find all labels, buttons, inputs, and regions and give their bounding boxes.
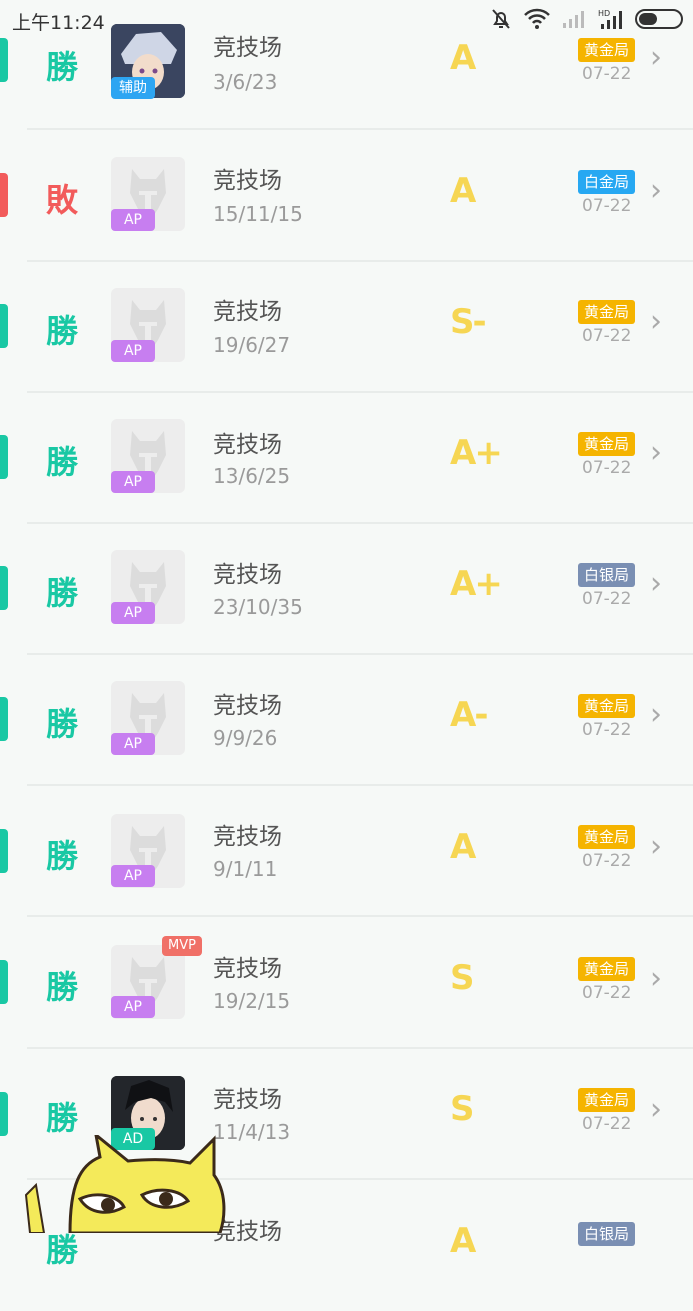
match-date: 07-22: [582, 983, 632, 1003]
mute-bell-icon: [492, 9, 510, 29]
result-stripe: [0, 697, 8, 741]
kda: 19/2/15: [213, 989, 291, 1013]
result-stripe: [0, 1092, 8, 1136]
result-label: 勝: [45, 443, 78, 481]
divider: [27, 128, 693, 130]
game-mode: 竞技场: [213, 824, 282, 850]
result-stripe: [0, 173, 8, 217]
result-label: 勝: [45, 705, 78, 743]
chevron-right-icon[interactable]: ›: [650, 173, 662, 208]
match-date: 07-22: [582, 720, 632, 740]
match-row[interactable]: 勝 MVP AP 竞技场 19/2/15 S 黄金局 07-22 ›: [0, 917, 693, 1049]
result-stripe: [0, 304, 8, 348]
match-row[interactable]: 勝 AP 竞技场 9/1/11 A 黄金局 07-22 ›: [0, 786, 693, 917]
signal-hd-icon: HD: [598, 9, 622, 29]
match-date: 07-22: [582, 458, 632, 478]
mvp-badge: MVP: [162, 936, 202, 956]
grade: A: [450, 171, 476, 211]
result-stripe: [0, 38, 8, 82]
role-badge: AP: [111, 209, 155, 231]
match-row[interactable]: 勝 AP 竞技场 9/9/26 A- 黄金局 07-22 ›: [0, 655, 693, 786]
tier-badge: 黄金局: [578, 300, 636, 324]
svg-text:HD: HD: [598, 9, 610, 18]
status-icons: HD: [489, 6, 683, 32]
match-date: 07-22: [582, 64, 632, 84]
chevron-right-icon[interactable]: ›: [650, 40, 662, 75]
game-mode: 竞技场: [213, 693, 282, 719]
status-bar: 上午11:24 HD: [0, 0, 693, 40]
tier-badge: 黄金局: [578, 38, 636, 62]
result-stripe: [0, 566, 8, 610]
match-row[interactable]: 敗 AP 竞技场 15/11/15 A 白金局 07-22 ›: [0, 131, 693, 262]
result-stripe: [0, 435, 8, 479]
tier-badge: 白银局: [578, 1222, 636, 1246]
game-mode: 竞技场: [213, 299, 282, 325]
kda: 15/11/15: [213, 202, 303, 226]
result-label: 勝: [45, 312, 78, 350]
role-badge: AP: [111, 602, 155, 624]
match-date: 07-22: [582, 196, 632, 216]
game-mode: 竞技场: [213, 956, 282, 982]
wifi-icon: [524, 8, 550, 29]
result-label: 勝: [45, 968, 78, 1006]
chevron-right-icon[interactable]: ›: [650, 829, 662, 864]
role-badge: AP: [111, 340, 155, 362]
game-mode: 竞技场: [213, 562, 282, 588]
grade: S-: [450, 302, 487, 342]
result-label: 勝: [45, 837, 78, 875]
tier-badge: 黄金局: [578, 694, 636, 718]
grade: A+: [450, 433, 503, 473]
role-badge: AP: [111, 471, 155, 493]
role-badge: AP: [111, 996, 155, 1018]
result-stripe: [0, 829, 8, 873]
chevron-right-icon[interactable]: ›: [650, 566, 662, 601]
grade: A: [450, 38, 476, 78]
match-row[interactable]: 勝 AP 竞技场 19/6/27 S- 黄金局 07-22 ›: [0, 262, 693, 393]
battery-icon: [635, 9, 683, 29]
role-badge: 辅助: [111, 77, 155, 99]
grade: S: [450, 1089, 474, 1129]
kda: 9/1/11: [213, 857, 278, 881]
kda: 9/9/26: [213, 726, 278, 750]
tier-badge: 黄金局: [578, 1088, 636, 1112]
game-mode: 竞技场: [213, 1087, 282, 1113]
match-date: 07-22: [582, 851, 632, 871]
grade: A+: [450, 564, 503, 604]
signal-empty-icon: [563, 11, 584, 28]
chevron-right-icon[interactable]: ›: [650, 304, 662, 339]
grade: A-: [450, 695, 488, 735]
tier-badge: 白金局: [578, 170, 636, 194]
result-label: 勝: [45, 48, 78, 86]
result-label: 勝: [45, 574, 78, 612]
game-mode: 竞技场: [213, 432, 282, 458]
tier-badge: 白银局: [578, 563, 636, 587]
floating-cat-mascot-icon[interactable]: [0, 1135, 260, 1233]
chevron-right-icon[interactable]: ›: [650, 435, 662, 470]
status-time: 上午11:24: [12, 12, 105, 34]
result-label: 勝: [45, 1099, 78, 1137]
grade: S: [450, 958, 474, 998]
chevron-right-icon[interactable]: ›: [650, 697, 662, 732]
kda: 19/6/27: [213, 333, 291, 357]
match-date: 07-22: [582, 326, 632, 346]
match-date: 07-22: [582, 1114, 632, 1134]
grade: A: [450, 1221, 476, 1261]
match-row[interactable]: 勝 AP 竞技场 23/10/35 A+ 白银局 07-22 ›: [0, 524, 693, 655]
role-badge: AP: [111, 733, 155, 755]
match-date: 07-22: [582, 589, 632, 609]
kda: 23/10/35: [213, 595, 303, 619]
role-badge: AP: [111, 865, 155, 887]
tier-badge: 黄金局: [578, 432, 636, 456]
result-label: 敗: [45, 181, 78, 219]
match-row[interactable]: 勝 AP 竞技场 13/6/25 A+ 黄金局 07-22 ›: [0, 393, 693, 524]
kda: 13/6/25: [213, 464, 291, 488]
result-stripe: [0, 960, 8, 1004]
chevron-right-icon[interactable]: ›: [650, 961, 662, 996]
chevron-right-icon[interactable]: ›: [650, 1092, 662, 1127]
game-mode: 竞技场: [213, 168, 282, 194]
tier-badge: 黄金局: [578, 825, 636, 849]
tier-badge: 黄金局: [578, 957, 636, 981]
grade: A: [450, 827, 476, 867]
kda: 3/6/23: [213, 70, 278, 94]
